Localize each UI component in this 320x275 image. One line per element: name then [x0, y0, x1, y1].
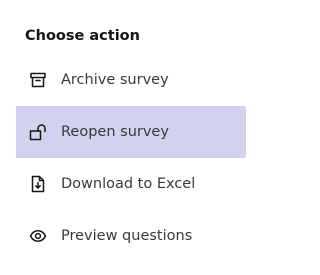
menu-item-label: Reopen survey	[61, 124, 169, 140]
document-download-icon	[29, 175, 47, 193]
menu-item-archive-survey[interactable]: Archive survey	[16, 54, 246, 106]
unlock-icon	[29, 123, 47, 141]
menu-item-label: Archive survey	[61, 72, 169, 88]
archive-icon	[29, 71, 47, 89]
menu-title: Choose action	[25, 28, 140, 44]
menu-item-reopen-survey[interactable]: Reopen survey	[16, 106, 246, 158]
menu-item-download-to-excel[interactable]: Download to Excel	[16, 158, 246, 210]
menu-item-label: Preview questions	[61, 228, 193, 244]
menu-item-preview-questions[interactable]: Preview questions	[16, 210, 246, 262]
action-menu: Choose action Archive survey Reopen surv…	[0, 0, 260, 275]
eye-icon	[29, 227, 47, 245]
menu-item-label: Download to Excel	[61, 176, 196, 192]
action-list: Archive survey Reopen survey Download to…	[16, 54, 246, 262]
